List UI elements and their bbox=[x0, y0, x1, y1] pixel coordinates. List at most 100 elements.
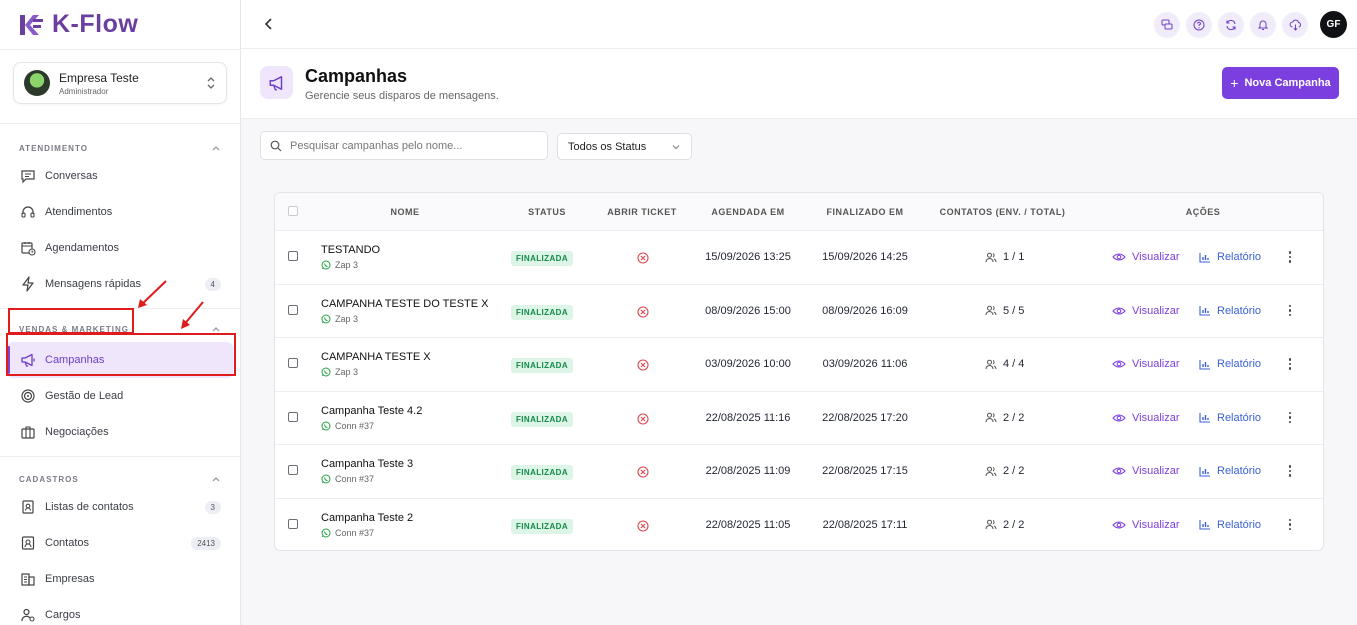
more-options-icon[interactable] bbox=[1285, 463, 1295, 479]
user-avatar[interactable]: GF bbox=[1320, 11, 1347, 38]
connection-label: Conn #37 bbox=[321, 474, 374, 484]
whatsapp-icon bbox=[321, 260, 331, 270]
report-button[interactable]: Relatório bbox=[1199, 412, 1261, 424]
company-avatar bbox=[24, 70, 50, 96]
row-checkbox[interactable] bbox=[288, 518, 298, 529]
contacts-count: 2 / 2 bbox=[985, 465, 1024, 477]
page-subtitle: Gerencie seus disparos de mensagens. bbox=[305, 90, 499, 102]
view-button[interactable]: Visualizar bbox=[1112, 305, 1180, 317]
cloud-download-icon[interactable] bbox=[1282, 11, 1308, 38]
more-options-icon[interactable] bbox=[1285, 517, 1295, 533]
report-button[interactable]: Relatório bbox=[1199, 358, 1261, 370]
back-chevron-icon[interactable] bbox=[261, 16, 277, 32]
campaigns-table: NOME STATUS ABRIR TICKET AGENDADA EM FIN… bbox=[274, 192, 1324, 551]
view-button[interactable]: Visualizar bbox=[1112, 412, 1180, 424]
more-options-icon[interactable] bbox=[1285, 303, 1295, 319]
view-button[interactable]: Visualizar bbox=[1112, 358, 1180, 370]
finished-at: 08/09/2026 16:09 bbox=[822, 304, 908, 317]
search-input[interactable] bbox=[290, 139, 530, 152]
col-status: STATUS bbox=[528, 207, 566, 217]
scheduled-at: 15/09/2026 13:25 bbox=[705, 251, 791, 263]
campaign-name[interactable]: TESTANDO bbox=[321, 244, 380, 256]
sidebar-item-empresas[interactable]: Empresas bbox=[0, 561, 240, 597]
view-label: Visualizar bbox=[1132, 411, 1180, 424]
connection-name: Conn #37 bbox=[335, 474, 375, 484]
calendar-clock-icon bbox=[19, 239, 37, 257]
report-button[interactable]: Relatório bbox=[1199, 465, 1261, 477]
app-logo[interactable]: K-Flow bbox=[0, 0, 240, 49]
contacts-value: 1 / 1 bbox=[1003, 251, 1025, 263]
section-cadastros-header[interactable]: CADASTROS bbox=[0, 469, 240, 489]
sidebar-item-negociacoes[interactable]: Negociações bbox=[0, 414, 240, 450]
users-icon bbox=[985, 519, 997, 530]
help-icon[interactable] bbox=[1186, 11, 1212, 38]
whatsapp-icon bbox=[321, 314, 331, 323]
sidebar-item-gestao-de-lead[interactable]: Gestão de Lead bbox=[0, 378, 240, 414]
chat-bubbles-icon[interactable] bbox=[1154, 11, 1180, 38]
view-button[interactable]: Visualizar bbox=[1112, 465, 1180, 477]
table-row: TESTANDO Zap 3 FINALIZADA 15/09/2026 13:… bbox=[275, 231, 1323, 285]
count-badge: 4 bbox=[204, 277, 221, 291]
x-circle-icon bbox=[637, 466, 649, 478]
eye-icon bbox=[1112, 306, 1126, 315]
status-badge: FINALIZADA bbox=[511, 411, 573, 427]
view-button[interactable]: Visualizar bbox=[1112, 519, 1180, 531]
sidebar-item-listas-de-contatos[interactable]: Listas de contatos 3 bbox=[0, 489, 240, 525]
x-circle-icon bbox=[637, 359, 649, 371]
new-campaign-button[interactable]: + Nova Campanha bbox=[1222, 67, 1339, 99]
table-row: Campanha Teste 4.2 Conn #37 FINALIZADA 2… bbox=[275, 392, 1323, 445]
campaign-name[interactable]: CAMPANHA TESTE DO TESTE X bbox=[321, 298, 488, 310]
x-circle-icon bbox=[637, 252, 649, 264]
search-box[interactable] bbox=[260, 131, 548, 160]
status-select[interactable]: Todos os Status bbox=[557, 133, 692, 160]
row-checkbox[interactable] bbox=[288, 465, 298, 475]
more-options-icon[interactable] bbox=[1285, 356, 1295, 372]
select-all-checkbox[interactable] bbox=[288, 206, 298, 216]
sidebar-item-label: Negociações bbox=[45, 426, 109, 438]
report-button[interactable]: Relatório bbox=[1199, 305, 1261, 317]
chevron-up-icon bbox=[212, 327, 220, 332]
row-checkbox[interactable] bbox=[288, 251, 298, 261]
finished-at: 22/08/2025 17:20 bbox=[822, 411, 908, 424]
table-row: CAMPANHA TESTE X Zap 3 FINALIZADA 03/09/… bbox=[275, 338, 1323, 392]
more-options-icon[interactable] bbox=[1285, 249, 1295, 265]
topbar: GF bbox=[241, 0, 1357, 49]
report-button[interactable]: Relatório bbox=[1199, 251, 1261, 263]
sidebar-item-label: Listas de contatos bbox=[45, 501, 134, 513]
sidebar-item-contatos[interactable]: Contatos 2413 bbox=[0, 525, 240, 561]
campaign-name[interactable]: Campanha Teste 4.2 bbox=[321, 405, 422, 417]
view-button[interactable]: Visualizar bbox=[1112, 251, 1180, 263]
campaign-name[interactable]: CAMPANHA TESTE X bbox=[321, 351, 431, 363]
contacts-value: 4 / 4 bbox=[1003, 358, 1025, 370]
bar-chart-icon bbox=[1199, 306, 1210, 316]
row-checkbox[interactable] bbox=[288, 358, 298, 368]
sidebar-item-mensagens-rapidas[interactable]: Mensagens rápidas 4 bbox=[0, 266, 240, 302]
campaign-name[interactable]: Campanha Teste 3 bbox=[321, 458, 413, 470]
report-button[interactable]: Relatório bbox=[1199, 519, 1261, 531]
bell-icon[interactable] bbox=[1250, 11, 1276, 38]
status-badge: FINALIZADA bbox=[511, 251, 573, 266]
sidebar-item-atendimentos[interactable]: Atendimentos bbox=[0, 194, 240, 230]
connection-label: Conn #37 bbox=[321, 528, 374, 538]
scheduled-at: 03/09/2026 10:00 bbox=[705, 358, 791, 370]
section-atendimento-header[interactable]: ATENDIMENTO bbox=[0, 138, 240, 158]
chevron-down-icon bbox=[672, 144, 680, 149]
company-name: Empresa Teste bbox=[59, 70, 139, 85]
row-checkbox[interactable] bbox=[288, 411, 298, 422]
view-label: Visualizar bbox=[1132, 518, 1180, 531]
more-options-icon[interactable] bbox=[1285, 410, 1295, 426]
sidebar-item-agendamentos[interactable]: Agendamentos bbox=[0, 230, 240, 266]
campaign-name[interactable]: Campanha Teste 2 bbox=[321, 512, 413, 524]
sidebar-item-conversas[interactable]: Conversas bbox=[0, 158, 240, 194]
whatsapp-icon bbox=[321, 421, 331, 430]
contacts-count: 2 / 2 bbox=[985, 519, 1024, 531]
sidebar-item-cargos[interactable]: Cargos bbox=[0, 597, 240, 625]
table-row: CAMPANHA TESTE DO TESTE X Zap 3 FINALIZA… bbox=[275, 285, 1323, 338]
kflow-logo-icon bbox=[20, 14, 43, 35]
finished-at: 15/09/2026 14:25 bbox=[822, 251, 908, 263]
sidebar-item-label: Cargos bbox=[45, 609, 81, 621]
row-checkbox[interactable] bbox=[288, 304, 298, 315]
company-switcher[interactable]: Empresa Teste Administrador bbox=[13, 62, 227, 104]
whatsapp-icon bbox=[321, 474, 331, 484]
refresh-icon[interactable] bbox=[1218, 11, 1244, 38]
